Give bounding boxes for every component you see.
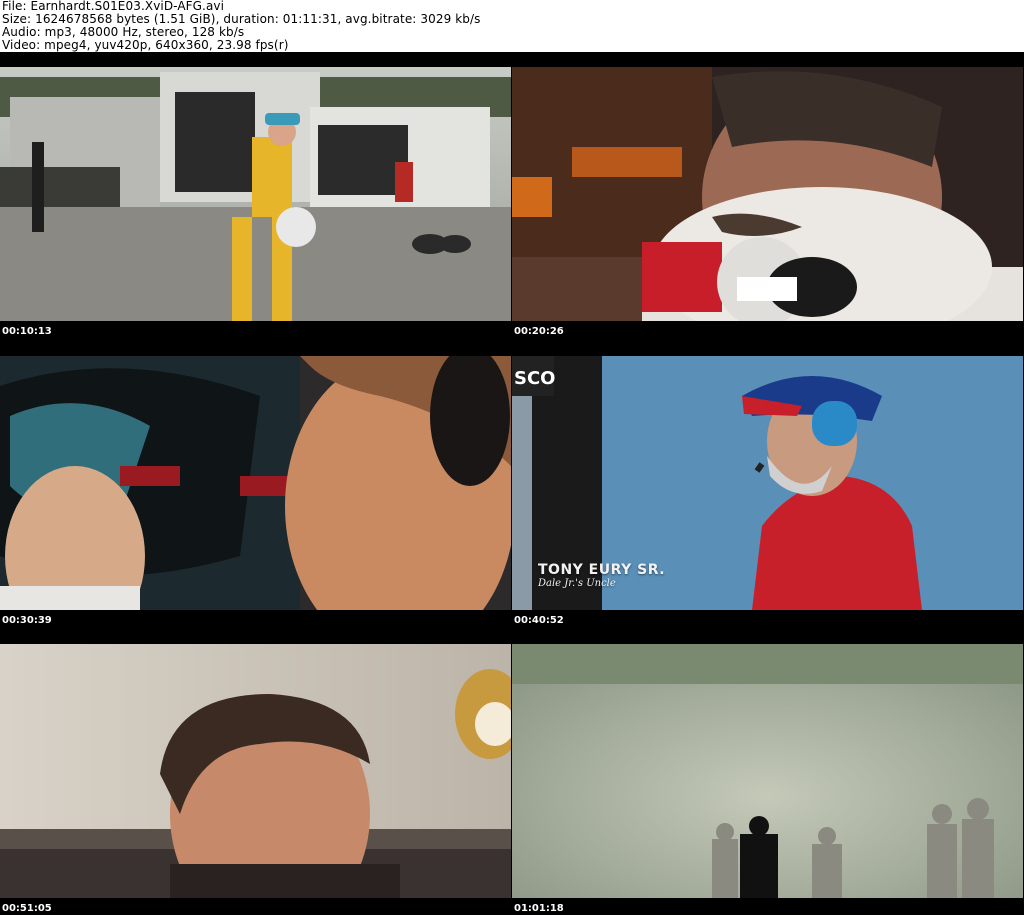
- timestamp-2: 00:20:26: [514, 326, 564, 337]
- timestamp-6: 01:01:18: [514, 903, 564, 914]
- video-info-line: Video: mpeg4, yuv420p, 640x360, 23.98 fp…: [2, 38, 289, 52]
- timestamp-5: 00:51:05: [2, 903, 52, 914]
- profile-indoors-scene: [0, 644, 511, 898]
- thumbnail-frame-6: [512, 644, 1023, 898]
- pit-area-scene: [0, 67, 511, 321]
- caption-role: Dale Jr.'s Uncle: [538, 578, 616, 589]
- thumbnail-frame-5: [0, 644, 511, 898]
- silhouettes-smoke-scene: [512, 644, 1023, 898]
- timestamp-3: 00:30:39: [2, 615, 52, 626]
- caption-name: TONY EURY SR.: [538, 562, 666, 578]
- sign-text: SCO: [514, 368, 555, 389]
- thumbnail-frame-4: SCO TONY EURY SR. Dale Jr.'s Uncle: [512, 356, 1023, 610]
- helmet-scene: [0, 356, 511, 610]
- thumbnail-frame-1: [0, 67, 511, 321]
- thumbnail-frame-2: [512, 67, 1023, 321]
- timestamp-4: 00:40:52: [514, 615, 564, 626]
- driver-in-car-scene: [512, 67, 1023, 321]
- timestamp-1: 00:10:13: [2, 326, 52, 337]
- thumbnail-frame-3: [0, 356, 511, 610]
- file-info-header: File: Earnhardt.S01E03.XviD-AFG.avi Size…: [0, 0, 1024, 52]
